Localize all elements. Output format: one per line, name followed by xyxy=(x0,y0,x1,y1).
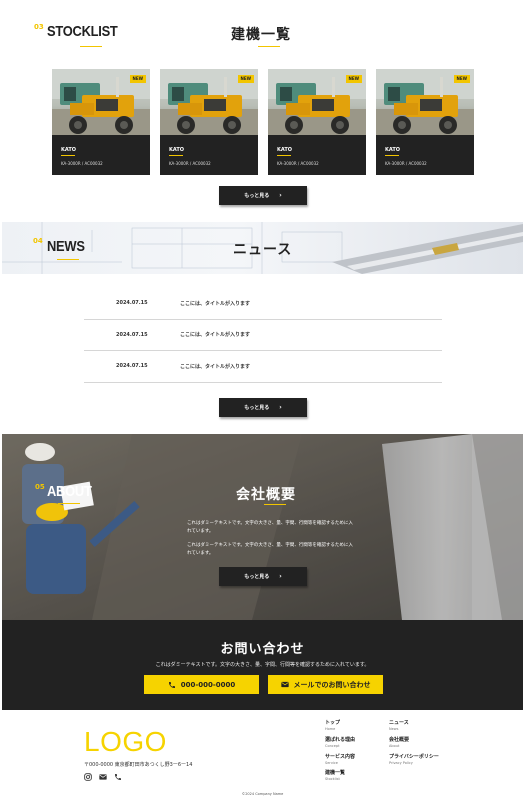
stocklist-more-button[interactable]: もっと見る › xyxy=(219,186,307,205)
phone-label: 000-000-0000 xyxy=(180,680,236,689)
stock-card[interactable]: NEW KATO KA-3000R / AC00032 xyxy=(52,69,150,175)
news-date: 2024.07.15 xyxy=(116,363,148,370)
footer-nav-service[interactable]: サービス内容 Service xyxy=(325,753,355,765)
card-maker: KATO xyxy=(169,147,185,153)
news-more-button[interactable]: もっと見る › xyxy=(219,398,307,417)
footer-nav-label: プライバシーポリシー xyxy=(389,754,439,760)
footer-nav-sublabel: Privacy Policy xyxy=(389,761,413,765)
chevron-right-icon: › xyxy=(279,192,282,199)
contact-subtitle: これはダミーテキストです。文字の大きさ、量、字間、行間等を確認するために入れてい… xyxy=(155,662,370,668)
mail-icon[interactable] xyxy=(99,773,107,781)
footer-logo[interactable]: LOGO xyxy=(84,726,167,758)
news-number: 04 xyxy=(33,237,43,245)
machine-photo: NEW xyxy=(268,69,366,135)
stocklist-title-en: STOCKLIST xyxy=(47,23,118,40)
footer-nav-home[interactable]: トップ Home xyxy=(325,719,340,731)
footer-nav-news[interactable]: ニュース News xyxy=(389,719,409,731)
stock-card[interactable]: NEW KATO KA-3000R / AC00032 xyxy=(268,69,366,175)
about-jp-underline xyxy=(264,504,286,505)
about-text-2: これはダミーテキストです。文字の大きさ、量、字間、行間等を確認するために入れてい… xyxy=(187,543,353,556)
stock-card[interactable]: NEW KATO KA-3000R / AC00032 xyxy=(160,69,258,175)
news-date: 2024.07.15 xyxy=(116,331,148,338)
chevron-right-icon: › xyxy=(279,404,282,411)
about-title-jp: 会社概要 xyxy=(236,487,296,503)
news-item[interactable]: 2024.07.15 ここには、タイトルが入ります xyxy=(84,351,442,383)
stocklist-jp-underline xyxy=(258,46,280,47)
new-badge: NEW xyxy=(345,75,362,83)
news-list: 2024.07.15 ここには、タイトルが入ります 2024.07.15 ここに… xyxy=(84,288,442,383)
card-underline xyxy=(385,155,399,156)
footer-nav-concept[interactable]: 選ばれる理由 Concept xyxy=(325,736,355,748)
news-title: ここには、タイトルが入ります xyxy=(180,332,251,339)
card-model: KA-3000R / AC00032 xyxy=(169,161,211,166)
card-maker: KATO xyxy=(61,147,77,153)
stock-card-list: NEW KATO KA-3000R / AC00032 NEW KATO KA-… xyxy=(52,69,476,175)
card-underline xyxy=(61,155,75,156)
phone-icon xyxy=(168,681,175,688)
footer-nav-sublabel: Stocklist xyxy=(325,777,340,781)
mail-button[interactable]: メールでのお問い合わせ xyxy=(268,675,383,694)
more-label: もっと見る xyxy=(244,574,270,580)
card-maker: KATO xyxy=(385,147,401,153)
card-model: KA-3000R / AC00032 xyxy=(61,161,103,166)
news-underline xyxy=(57,259,79,260)
news-title: ここには、タイトルが入ります xyxy=(180,300,251,307)
footer-nav-label: トップ xyxy=(325,720,341,726)
news-item[interactable]: 2024.07.15 ここには、タイトルが入ります xyxy=(84,288,442,320)
stocklist-title-jp: 建機一覧 xyxy=(231,27,291,43)
mail-icon xyxy=(280,681,289,688)
new-badge: NEW xyxy=(237,75,254,83)
footer-nav-sublabel: News xyxy=(389,727,399,731)
new-badge: NEW xyxy=(453,75,470,83)
about-more-button[interactable]: もっと見る › xyxy=(219,567,307,586)
machine-photo: NEW xyxy=(376,69,474,135)
card-model: KA-3000R / AC00032 xyxy=(277,161,319,166)
machine-photo: NEW xyxy=(160,69,258,135)
footer-nav-stocklist[interactable]: 建機一覧 Stocklist xyxy=(325,769,345,781)
about-section: 05 ABOUT 会社概要 これはダミーテキストです。文字の大きさ、量、字間、行… xyxy=(2,434,523,620)
more-label: もっと見る xyxy=(244,405,270,411)
more-label: もっと見る xyxy=(244,193,270,199)
stocklist-number: 03 xyxy=(34,23,44,31)
machine-photo: NEW xyxy=(52,69,150,135)
card-maker: KATO xyxy=(277,147,293,153)
copyright: ©2024 Company Name xyxy=(241,792,284,796)
card-model: KA-3000R / AC00032 xyxy=(385,161,427,166)
news-title-en: NEWS xyxy=(47,238,85,255)
footer-address: 〒000-0000 東京都町田市あつくし野3ー6ー14 xyxy=(84,762,193,768)
mail-label: メールでのお問い合わせ xyxy=(293,680,371,689)
about-number: 05 xyxy=(35,483,45,491)
footer-nav-sublabel: Service xyxy=(325,761,338,765)
footer-nav-label: サービス内容 xyxy=(325,754,356,760)
phone-button[interactable]: 000-000-0000 xyxy=(144,675,259,694)
footer-nav-privacy[interactable]: プライバシーポリシー Privacy Policy xyxy=(389,753,439,765)
contact-title: お問い合わせ xyxy=(220,642,305,657)
footer-nav-label: 選ばれる理由 xyxy=(325,737,356,743)
news-title: ここには、タイトルが入ります xyxy=(180,363,251,370)
stock-card[interactable]: NEW KATO KA-3000R / AC00032 xyxy=(376,69,474,175)
footer-nav-about[interactable]: 会社概要 About xyxy=(389,736,409,748)
footer-nav-label: ニュース xyxy=(389,720,409,726)
social-links xyxy=(84,773,122,781)
new-badge: NEW xyxy=(129,75,146,83)
footer-nav-label: 会社概要 xyxy=(389,737,410,743)
card-underline xyxy=(277,155,291,156)
footer-nav-sublabel: Concept xyxy=(325,744,340,748)
phone-icon[interactable] xyxy=(114,773,122,781)
contact-section: お問い合わせ これはダミーテキストです。文字の大きさ、量、字間、行間等を確認する… xyxy=(2,620,523,710)
chevron-right-icon: › xyxy=(279,573,282,580)
card-underline xyxy=(169,155,183,156)
about-underline xyxy=(58,503,80,504)
news-item[interactable]: 2024.07.15 ここには、タイトルが入ります xyxy=(84,320,442,351)
about-title-en: ABOUT xyxy=(47,483,92,500)
stocklist-underline xyxy=(80,46,102,47)
about-text-1: これはダミーテキストです。文字の大きさ、量、字間、行間等を確認するために入れてい… xyxy=(187,521,353,534)
footer-nav-sublabel: About xyxy=(389,744,400,748)
news-title-jp: ニュース xyxy=(233,242,293,258)
footer-nav-label: 建機一覧 xyxy=(325,770,346,776)
news-date: 2024.07.15 xyxy=(116,300,148,307)
footer-nav-sublabel: Home xyxy=(325,727,336,731)
instagram-icon[interactable] xyxy=(84,773,92,781)
